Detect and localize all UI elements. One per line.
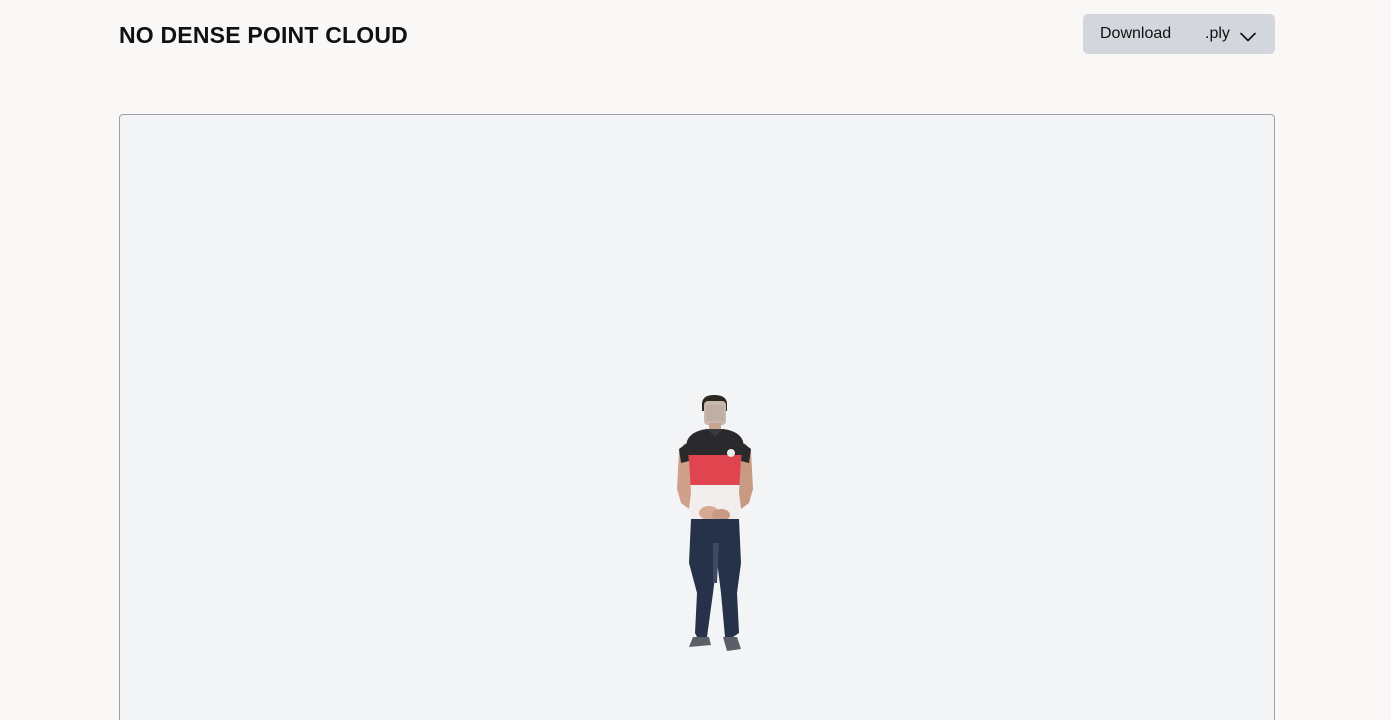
- page: NO DENSE POINT CLOUD Download .ply: [0, 0, 1391, 720]
- download-control: Download .ply: [1083, 14, 1275, 54]
- page-title: NO DENSE POINT CLOUD: [119, 22, 408, 48]
- point-cloud-person: [677, 395, 753, 651]
- point-cloud-viewer[interactable]: [119, 114, 1275, 720]
- format-select[interactable]: .ply: [1189, 14, 1275, 54]
- download-button[interactable]: Download: [1083, 14, 1189, 54]
- chevron-down-icon: [1240, 29, 1256, 42]
- format-select-value: .ply: [1205, 25, 1230, 42]
